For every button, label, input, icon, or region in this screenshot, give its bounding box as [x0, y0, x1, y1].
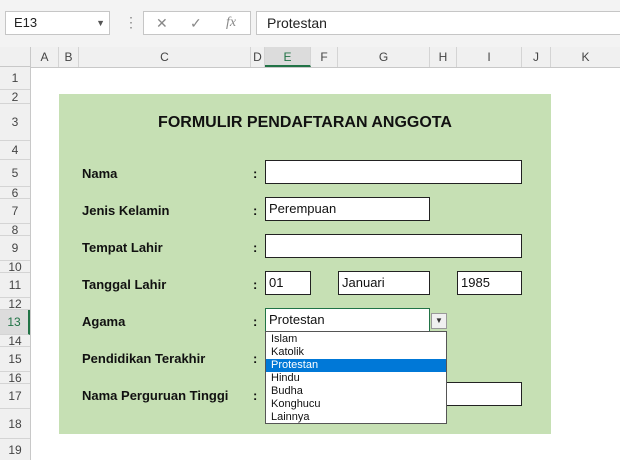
column-header-a[interactable]: A: [31, 47, 59, 67]
row-header[interactable]: 12: [0, 297, 30, 311]
name-box-value: E13: [14, 15, 38, 30]
cancel-icon[interactable]: ✕: [156, 15, 168, 32]
row-header[interactable]: 14: [0, 334, 30, 348]
colon: :: [253, 240, 258, 255]
colon: :: [253, 166, 258, 181]
row-header[interactable]: 3: [0, 104, 30, 141]
chevron-down-icon[interactable]: ▼: [431, 313, 447, 329]
dropdown-option-budha[interactable]: Budha: [266, 385, 446, 398]
row-header[interactable]: 7: [0, 199, 30, 224]
tanggal-bulan-input[interactable]: Januari: [338, 271, 430, 295]
label-tempat-lahir: Tempat Lahir: [82, 240, 163, 255]
column-header-b[interactable]: B: [59, 47, 79, 67]
dropdown-option-hindu[interactable]: Hindu: [266, 372, 446, 385]
column-header-e[interactable]: E: [265, 47, 311, 67]
label-jenis-kelamin: Jenis Kelamin: [82, 203, 170, 218]
row-header[interactable]: 9: [0, 236, 30, 261]
tempat-lahir-input[interactable]: [265, 234, 522, 258]
agama-input[interactable]: Protestan: [265, 308, 430, 332]
label-nama: Nama: [82, 166, 118, 181]
label-pendidikan: Pendidikan Terakhir: [82, 351, 206, 366]
row-header[interactable]: 17: [0, 384, 30, 409]
row-header[interactable]: 19: [0, 439, 30, 460]
formula-buttons: ✕ ✓ fx: [143, 11, 251, 35]
row-header[interactable]: 10: [0, 260, 30, 274]
dropdown-option-konghucu[interactable]: Konghucu: [266, 398, 446, 411]
row-header[interactable]: 18: [0, 409, 30, 439]
column-header-j[interactable]: J: [522, 47, 551, 67]
form-title: FORMULIR PENDAFTARAN ANGGOTA: [158, 114, 452, 131]
more-dots-icon[interactable]: ⋮: [124, 14, 139, 31]
formula-input[interactable]: Protestan: [256, 11, 620, 35]
tanggal-tahun-input[interactable]: 1985: [457, 271, 522, 295]
select-all-corner[interactable]: [0, 47, 31, 67]
agama-dropdown-list: Islam Katolik Protestan Hindu Budha Kong…: [265, 331, 447, 424]
dropdown-option-protestan[interactable]: Protestan: [266, 359, 446, 372]
label-agama: Agama: [82, 314, 126, 329]
dropdown-option-katolik[interactable]: Katolik: [266, 346, 446, 359]
nama-input[interactable]: [265, 160, 522, 184]
row-header[interactable]: 4: [0, 141, 30, 160]
function-icon[interactable]: fx: [226, 15, 236, 31]
row-header[interactable]: 6: [0, 186, 30, 200]
column-header-c[interactable]: C: [79, 47, 251, 67]
label-perguruan: Nama Perguruan Tinggi: [82, 388, 229, 403]
column-header-d[interactable]: D: [251, 47, 265, 67]
colon: :: [253, 314, 258, 329]
dropdown-option-lainnya[interactable]: Lainnya: [266, 411, 446, 424]
row-header[interactable]: 2: [0, 90, 30, 104]
colon: :: [253, 388, 258, 403]
jenis-kelamin-input[interactable]: Perempuan: [265, 197, 430, 221]
column-header-i[interactable]: I: [457, 47, 522, 67]
name-box[interactable]: E13 ▼: [5, 11, 110, 35]
column-header-k[interactable]: K: [551, 47, 620, 67]
chevron-down-icon[interactable]: ▼: [96, 12, 105, 34]
row-header[interactable]: 16: [0, 371, 30, 385]
row-header[interactable]: 8: [0, 223, 30, 237]
column-header-g[interactable]: G: [338, 47, 430, 67]
label-tanggal-lahir: Tanggal Lahir: [82, 277, 167, 292]
colon: :: [253, 351, 258, 366]
row-header[interactable]: 11: [0, 273, 30, 298]
column-header-h[interactable]: H: [430, 47, 457, 67]
row-header[interactable]: 15: [0, 347, 30, 372]
row-header[interactable]: 5: [0, 160, 30, 187]
row-header[interactable]: 1: [0, 67, 30, 90]
colon: :: [253, 277, 258, 292]
colon: :: [253, 203, 258, 218]
tanggal-hari-input[interactable]: 01: [265, 271, 311, 295]
enter-icon[interactable]: ✓: [190, 15, 202, 32]
dropdown-option-islam[interactable]: Islam: [266, 333, 446, 346]
row-header[interactable]: 13: [0, 310, 30, 335]
column-header-f[interactable]: F: [311, 47, 338, 67]
